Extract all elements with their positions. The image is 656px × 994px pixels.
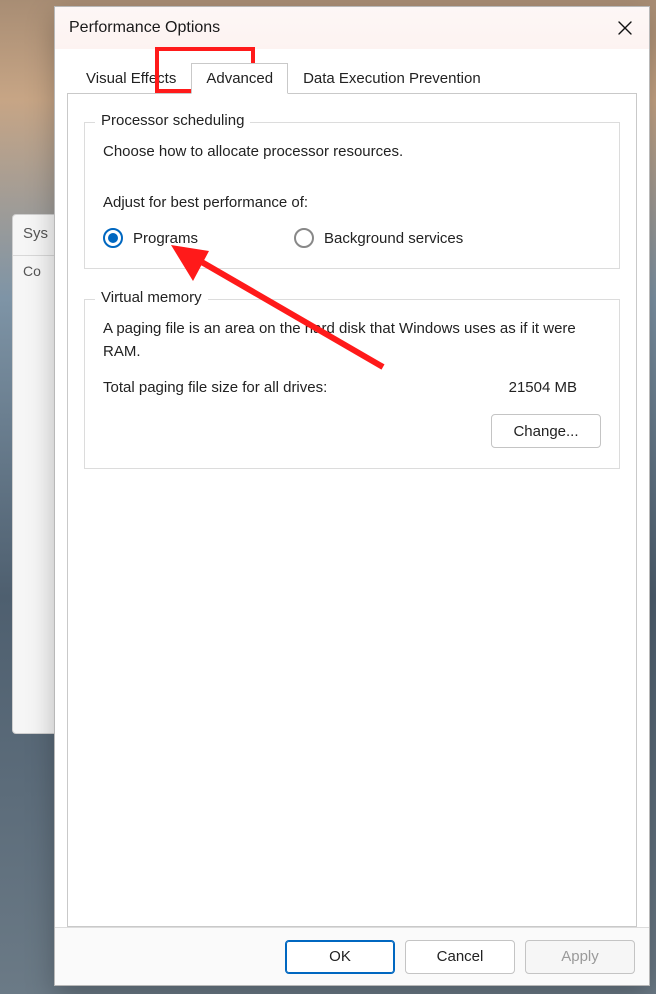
tab-dep[interactable]: Data Execution Prevention [288,63,496,94]
client-area: Visual Effects Advanced Data Execution P… [55,49,649,927]
adjust-performance-label: Adjust for best performance of: [103,192,601,215]
vm-total-value: 21504 MB [509,379,601,396]
vm-total-label: Total paging file size for all drives: [103,379,327,396]
radio-background-services[interactable]: Background services [294,228,463,248]
tab-visual-effects[interactable]: Visual Effects [71,63,191,94]
cancel-button[interactable]: Cancel [405,940,515,974]
change-button[interactable]: Change... [491,414,601,448]
window-title: Performance Options [69,19,220,37]
dialog-footer: OK Cancel Apply [55,927,649,985]
processor-intro-text: Choose how to allocate processor resourc… [103,141,601,164]
tab-strip: Visual Effects Advanced Data Execution P… [67,59,637,93]
performance-options-dialog: Performance Options Visual Effects Advan… [54,6,650,986]
radio-icon [103,228,123,248]
radio-row: Programs Background services [103,228,601,248]
close-icon [618,21,632,35]
titlebar: Performance Options [55,7,649,49]
tab-advanced[interactable]: Advanced [191,63,288,94]
vm-description: A paging file is an area on the hard dis… [103,318,601,363]
groupbox-virtual-memory: Virtual memory A paging file is an area … [84,299,620,469]
ok-button[interactable]: OK [285,940,395,974]
radio-programs-label: Programs [133,230,198,247]
radio-icon [294,228,314,248]
radio-background-label: Background services [324,230,463,247]
legend-virtual-memory: Virtual memory [95,289,208,306]
close-button[interactable] [615,18,635,38]
legend-processor-scheduling: Processor scheduling [95,112,250,129]
radio-programs[interactable]: Programs [103,228,198,248]
apply-button[interactable]: Apply [525,940,635,974]
tab-panel-advanced: Processor scheduling Choose how to alloc… [67,93,637,927]
groupbox-processor-scheduling: Processor scheduling Choose how to alloc… [84,122,620,269]
